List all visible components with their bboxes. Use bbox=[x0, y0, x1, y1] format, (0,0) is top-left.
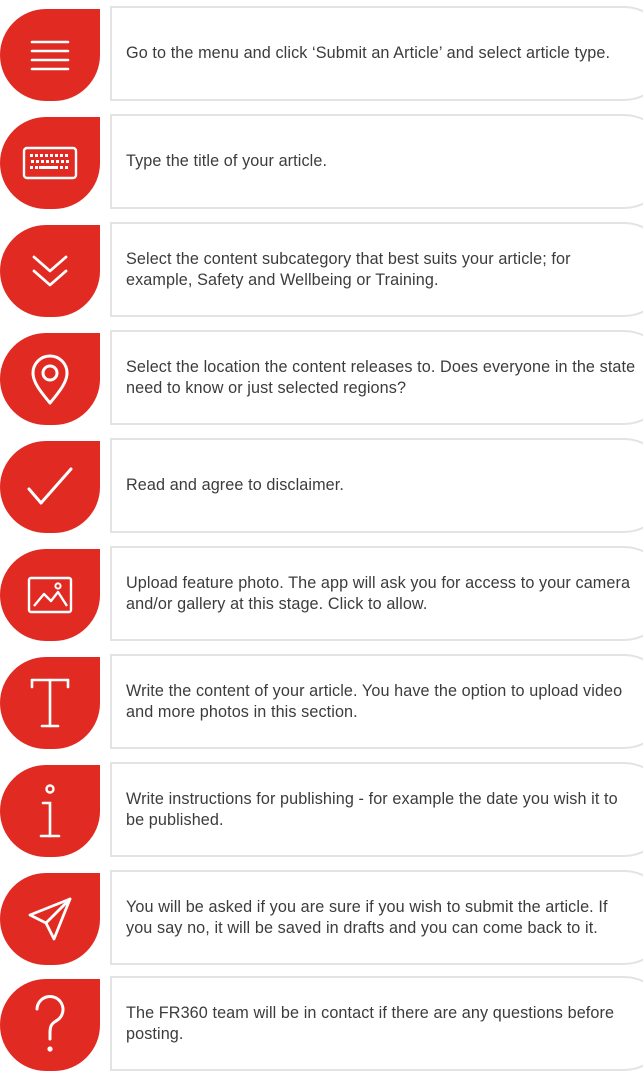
step-text: Go to the menu and click ‘Submit an Arti… bbox=[126, 44, 611, 62]
menu-icon bbox=[30, 40, 70, 71]
step-item: Go to the menu and click ‘Submit an Arti… bbox=[0, 6, 643, 111]
step-text: Upload feature photo. The app will ask y… bbox=[126, 573, 631, 613]
step-text: You will be asked if you are sure if you… bbox=[126, 897, 608, 937]
location-pin-icon bbox=[31, 354, 69, 405]
chevrons-down-icon bbox=[32, 255, 68, 287]
step-item: Write instructions for publishing - for … bbox=[0, 762, 643, 867]
step-badge bbox=[0, 117, 100, 209]
step-badge bbox=[0, 333, 100, 425]
step-badge bbox=[0, 9, 100, 101]
step-badge bbox=[0, 657, 100, 749]
step-badge bbox=[0, 549, 100, 641]
step-badge bbox=[0, 873, 100, 965]
steps-list: Go to the menu and click ‘Submit an Arti… bbox=[0, 0, 643, 1071]
send-icon bbox=[28, 897, 72, 941]
step-item: Select the location the content releases… bbox=[0, 330, 643, 435]
step-text: The FR360 team will be in contact if the… bbox=[126, 1003, 615, 1043]
keyboard-icon bbox=[22, 146, 78, 180]
question-icon bbox=[35, 994, 65, 1052]
step-item: Select the content subcategory that best… bbox=[0, 222, 643, 327]
step-badge bbox=[0, 979, 100, 1071]
step-item: Type the title of your article. bbox=[0, 114, 643, 219]
step-item: Write the content of your article. You h… bbox=[0, 654, 643, 759]
step-text: Select the location the content releases… bbox=[126, 357, 636, 397]
image-icon bbox=[27, 576, 73, 614]
step-badge bbox=[0, 765, 100, 857]
step-item: The FR360 team will be in contact if the… bbox=[0, 976, 643, 1081]
step-text: Type the title of your article. bbox=[126, 152, 328, 170]
step-badge bbox=[0, 441, 100, 533]
step-text: Select the content subcategory that best… bbox=[126, 249, 571, 289]
step-item: Upload feature photo. The app will ask y… bbox=[0, 546, 643, 651]
step-item: You will be asked if you are sure if you… bbox=[0, 870, 643, 975]
step-text: Write the content of your article. You h… bbox=[126, 681, 623, 721]
text-t-icon bbox=[30, 678, 70, 728]
step-text: Read and agree to disclaimer. bbox=[126, 476, 344, 494]
info-icon bbox=[39, 784, 61, 838]
step-item: Read and agree to disclaimer. bbox=[0, 438, 643, 543]
step-badge bbox=[0, 225, 100, 317]
checkmark-icon bbox=[27, 467, 73, 505]
step-text: Write instructions for publishing - for … bbox=[126, 789, 618, 829]
